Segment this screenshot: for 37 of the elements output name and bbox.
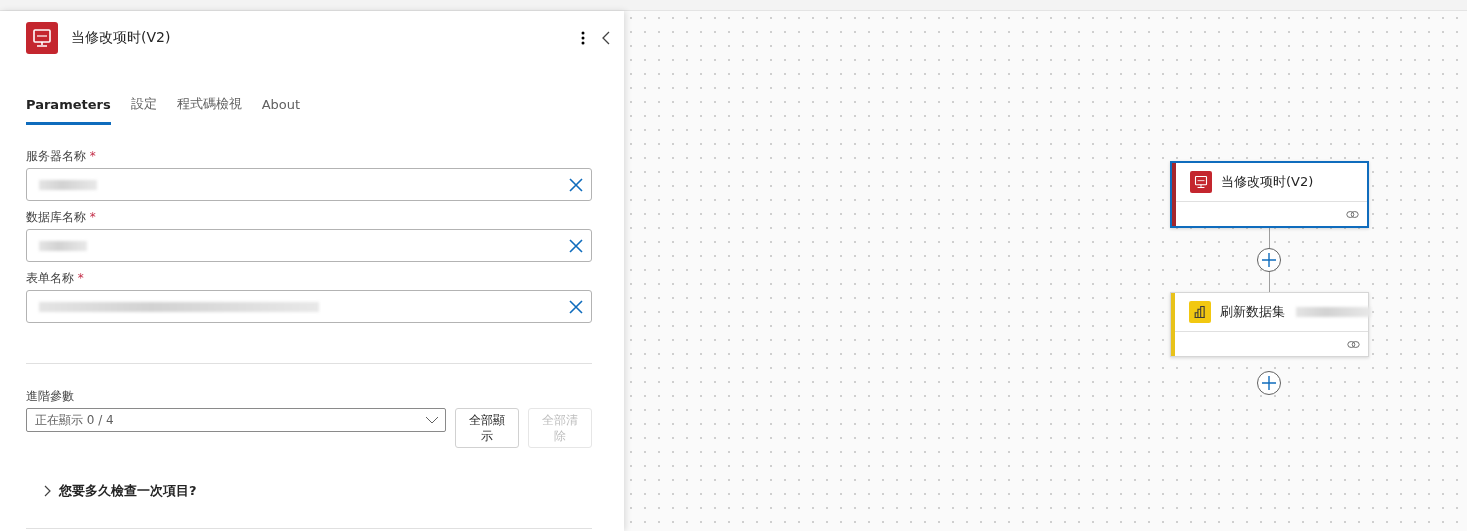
flow-node[interactable]: 刷新数据集 [1170,292,1369,357]
add-step-button[interactable] [1257,248,1281,272]
plus-icon [1262,376,1276,390]
tab[interactable]: Parameters [26,95,111,125]
database-monitor-icon [26,22,58,54]
link-icon [1347,339,1360,349]
node-title: 刷新数据集 [1220,303,1285,321]
blurred-text [39,240,87,251]
field-label: 服务器名称 * [26,148,97,165]
flow-node[interactable]: 当修改项时(V2) [1170,161,1369,228]
chevron-right-icon [44,485,51,497]
tab[interactable]: 設定 [130,95,157,125]
input-field[interactable] [26,168,592,201]
blurred-text [39,179,97,190]
collapse-icon[interactable] [600,29,612,47]
tab[interactable]: About [261,95,301,125]
clear-icon[interactable] [569,177,583,192]
select-field[interactable]: 正在顯示 0 / 4 [26,408,446,432]
input-field[interactable] [26,290,592,323]
panel-title: 当修改项时(V2) [71,29,172,47]
tab[interactable]: 程式碼檢視 [176,95,242,125]
clear-icon[interactable] [569,238,583,253]
clear-icon[interactable] [569,299,583,314]
field-label: 表单名称 * [26,270,85,287]
database-monitor-icon [1190,171,1212,193]
add-step-button[interactable] [1257,371,1281,395]
bar-chart-icon [1189,301,1211,323]
section-toggle[interactable]: 您要多久檢查一次項目? [44,482,592,500]
node-title: 当修改项时(V2) [1221,173,1314,191]
more-options-icon[interactable] [579,29,587,47]
field-label: 進階參數 [26,388,75,405]
plus-icon [1262,253,1276,267]
link-icon [1346,209,1359,219]
input-field[interactable] [26,229,592,262]
chevron-down-icon [425,416,439,424]
action-button[interactable]: 全部顯示 [455,408,519,448]
field-label: 数据库名称 * [26,209,97,226]
